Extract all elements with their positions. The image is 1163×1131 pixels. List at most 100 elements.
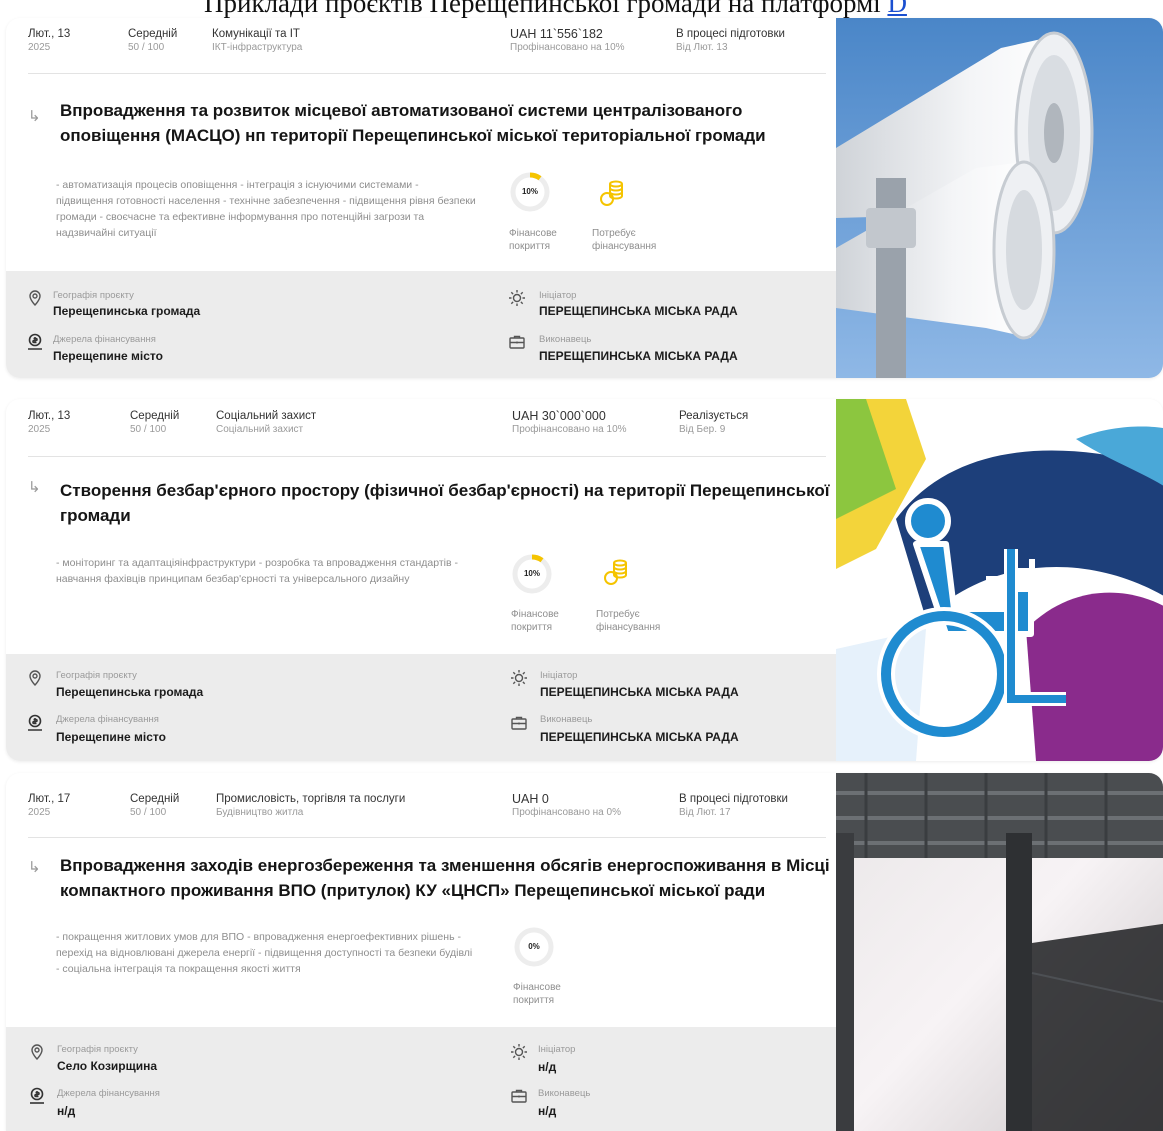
project-amount: UAH 0 (512, 792, 549, 806)
coverage-donut: 10% (509, 171, 551, 213)
briefcase-icon (508, 333, 526, 351)
location-pin-icon (26, 669, 44, 687)
money-hand-icon (28, 1087, 46, 1105)
coverage-percent: 10% (523, 569, 540, 578)
project-funded: Профінансовано на 0% (512, 807, 621, 818)
project-score: 50 / 100 (128, 42, 165, 53)
megaphone-image (836, 18, 1163, 378)
project-title[interactable]: Створення безбар'єрного простору (фізичн… (60, 478, 835, 528)
executor-label: Виконавець (539, 334, 592, 345)
executor-label: Виконавець (538, 1088, 591, 1099)
briefcase-icon (510, 1087, 528, 1105)
coverage-percent: 10% (521, 187, 538, 196)
coverage-percent: 0% (528, 942, 540, 951)
project-status-since: Від Бер. 9 (679, 424, 726, 435)
initiator-value: ПЕРЕЩЕПИНСЬКА МІСЬКА РАДА (539, 304, 738, 318)
project-level: Середній (128, 28, 178, 40)
project-year: 2025 (28, 42, 51, 53)
initiator-value: н/д (538, 1060, 557, 1074)
project-score: 50 / 100 (130, 807, 167, 818)
needs-funding-label: Потребує фінансування (592, 228, 657, 252)
funding-sources-label: Джерела фінансування (57, 1088, 160, 1099)
project-meta: Лют., 13 2025 Середній 50 / 100 Соціальний… (6, 399, 836, 443)
location-pin-icon (28, 1043, 46, 1061)
executor-value: ПЕРЕЩЕПИНСЬКА МІСЬКА РАДА (539, 349, 738, 363)
wheelchair-image (836, 399, 1163, 761)
geography-value: Перещепинська громада (56, 685, 204, 699)
project-card-2[interactable]: Лют., 13 2025 Середній 50 / 100 Соціальний… (6, 399, 1163, 761)
project-subcategory: ІКТ-інфраструктура (212, 42, 303, 53)
project-level: Середній (130, 793, 180, 805)
location-pin-icon (26, 289, 44, 307)
project-card-content: Лют., 17 2025 Середній 50 / 100 Промислові… (6, 773, 836, 1131)
project-subcategory: Будівництво житла (216, 807, 304, 818)
project-card-1[interactable]: Лют., 13 2025 Середній 50 / 100 Комунікаці… (6, 18, 1163, 378)
initiator-label: Ініціатор (540, 670, 578, 681)
initiator-label: Ініціатор (538, 1044, 576, 1055)
money-hand-icon (26, 714, 44, 732)
sun-icon (510, 1043, 528, 1061)
funding-source-value: н/д (57, 1104, 76, 1118)
project-info-panel: Географія проєкту Перещепинська громада … (6, 654, 836, 761)
project-card-content: Лют., 13 2025 Середній 50 / 100 Соціальний… (6, 399, 836, 761)
project-description: - автоматизація процесів оповіщення - ін… (56, 179, 476, 239)
project-status: В процесі підготовки (679, 793, 788, 805)
project-level: Середній (130, 410, 180, 422)
sun-icon (508, 289, 526, 307)
project-amount: UAH 30`000`000 (512, 409, 606, 423)
divider (28, 456, 826, 457)
coins-icon (598, 178, 628, 208)
project-status-since: Від Лют. 17 (679, 807, 731, 818)
funding-source-value: Перещепине місто (56, 730, 166, 744)
project-category: Комунікації та IT (212, 28, 300, 40)
project-description: - моніторинг та адаптаціяінфраструктури … (56, 557, 458, 585)
executor-value: н/д (538, 1104, 557, 1118)
geography-value: Перещепинська громада (53, 304, 201, 318)
money-hand-icon (26, 333, 44, 351)
reply-arrow-icon: ↳ (28, 479, 41, 496)
project-category: Соціальний захист (216, 410, 317, 422)
reply-arrow-icon: ↳ (28, 859, 41, 876)
project-funded: Профінансовано на 10% (512, 424, 627, 435)
page-heading: Приклади проєктів Перещепинської громади… (204, 0, 1163, 20)
project-card-3[interactable]: Лют., 17 2025 Середній 50 / 100 Промислові… (6, 773, 1163, 1131)
briefcase-icon (510, 714, 528, 732)
project-meta: Лют., 13 2025 Середній 50 / 100 Комунікаці… (6, 18, 836, 62)
financial-coverage-label: Фінансове покриття (511, 609, 559, 633)
project-date: Лют., 13 (28, 410, 71, 422)
project-info-panel: Географія проєкту Перещепинська громада … (6, 271, 836, 378)
coins-icon (602, 557, 632, 587)
project-amount: UAH 11`556`182 (510, 27, 603, 41)
divider (28, 837, 826, 838)
financial-coverage-label: Фінансове покриття (513, 982, 561, 1006)
project-status: Реалізується (679, 410, 749, 422)
project-funded: Профінансовано на 10% (510, 42, 625, 53)
needs-funding-label: Потребує фінансування (596, 609, 661, 633)
geography-label: Географія проєкту (57, 1044, 138, 1055)
funding-sources-label: Джерела фінансування (53, 334, 156, 345)
funding-sources-label: Джерела фінансування (56, 714, 159, 725)
platform-link[interactable]: D (887, 0, 907, 18)
project-category: Промисловість, торгівля та послуги (216, 793, 406, 805)
project-status-since: Від Лют. 13 (676, 42, 728, 53)
divider (28, 73, 826, 74)
funding-source-value: Перещепине місто (53, 349, 163, 363)
project-title[interactable]: Впровадження та розвиток місцевої автома… (60, 98, 835, 148)
project-status: В процесі підготовки (676, 28, 785, 40)
project-subcategory: Соціальний захист (216, 424, 304, 435)
project-description: - покращення житлових умов для ВПО - впр… (56, 931, 473, 975)
executor-value: ПЕРЕЩЕПИНСЬКА МІСЬКА РАДА (540, 730, 739, 744)
geography-label: Географія проєкту (56, 670, 137, 681)
project-year: 2025 (28, 424, 51, 435)
sun-icon (510, 669, 528, 687)
geography-label: Географія проєкту (53, 290, 134, 301)
geography-value: Село Козирщина (57, 1059, 158, 1073)
page-heading-text: Приклади проєктів Перещепинської громади… (204, 0, 888, 18)
coverage-donut: 10% (511, 553, 553, 595)
project-card-content: Лют., 13 2025 Середній 50 / 100 Комунікаці… (6, 18, 836, 378)
project-year: 2025 (28, 807, 51, 818)
project-score: 50 / 100 (130, 424, 167, 435)
initiator-value: ПЕРЕЩЕПИНСЬКА МІСЬКА РАДА (540, 685, 739, 699)
project-title[interactable]: Впровадження заходів енергозбереження та… (60, 853, 835, 903)
project-date: Лют., 13 (28, 28, 71, 40)
